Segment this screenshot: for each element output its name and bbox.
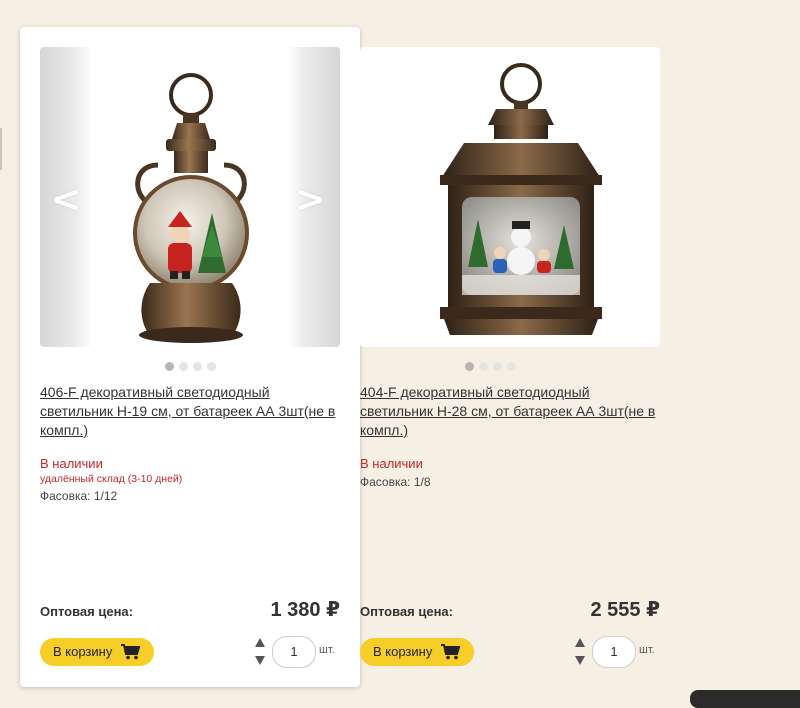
product-card[interactable]: < > 406-F декоративный светодиодный свет… — [20, 27, 360, 687]
corner-overlay — [690, 690, 800, 708]
carousel-dot-2[interactable] — [478, 362, 488, 371]
price-value: 2 555 ₽ — [590, 599, 660, 621]
cart-icon — [121, 644, 141, 660]
carousel-dot-4[interactable] — [206, 362, 216, 371]
quantity-decrease-arrow[interactable] — [575, 656, 585, 665]
quantity-unit: шт. — [319, 644, 335, 656]
quantity-increase-arrow[interactable] — [255, 638, 265, 647]
product-title-link[interactable]: 406-F декоративный светодиодный светильн… — [40, 383, 345, 440]
carousel-dot-2[interactable] — [178, 362, 188, 371]
stock-status: В наличии — [40, 456, 103, 471]
stock-status: В наличии — [360, 456, 423, 471]
carousel-dot-1[interactable] — [164, 362, 174, 371]
quantity-input[interactable]: 1 — [592, 636, 636, 668]
quantity-stepper[interactable] — [575, 636, 587, 668]
quantity-increase-arrow[interactable] — [575, 638, 585, 647]
product-card[interactable]: 404-F декоративный светодиодный светильн… — [340, 27, 680, 687]
carousel-dot-3[interactable] — [492, 362, 502, 371]
quantity-stepper[interactable] — [255, 636, 267, 668]
price-label: Оптовая цена: — [360, 604, 453, 619]
price-label: Оптовая цена: — [40, 604, 133, 619]
carousel-dot-1[interactable] — [464, 362, 474, 371]
left-scroll-edge — [0, 128, 2, 170]
price-value: 1 380 ₽ — [270, 599, 340, 621]
add-to-cart-button[interactable]: В корзину — [40, 638, 154, 666]
carousel-dots — [340, 362, 640, 372]
carousel-dot-4[interactable] — [506, 362, 516, 371]
carousel-next-arrow[interactable]: > — [290, 179, 330, 219]
product-title-link[interactable]: 404-F декоративный светодиодный светильн… — [360, 383, 665, 440]
quantity-decrease-arrow[interactable] — [255, 656, 265, 665]
quantity-input[interactable]: 1 — [272, 636, 316, 668]
product-image[interactable] — [360, 47, 660, 347]
product-image-carousel[interactable]: < > — [40, 47, 340, 347]
warehouse-note: удалённый склад (3-10 дней) — [40, 473, 183, 485]
quantity-unit: шт. — [639, 644, 655, 656]
add-to-cart-label: В корзину — [53, 644, 113, 659]
add-to-cart-button[interactable]: В корзину — [360, 638, 474, 666]
square-lantern-icon[interactable] — [360, 47, 660, 347]
pack-size: Фасовка: 1/12 — [40, 489, 118, 503]
carousel-prev-arrow[interactable]: < — [46, 179, 86, 219]
add-to-cart-label: В корзину — [373, 644, 433, 659]
carousel-dot-3[interactable] — [192, 362, 202, 371]
pack-size: Фасовка: 1/8 — [360, 475, 431, 489]
cart-icon — [441, 644, 461, 660]
carousel-dots — [20, 362, 360, 372]
